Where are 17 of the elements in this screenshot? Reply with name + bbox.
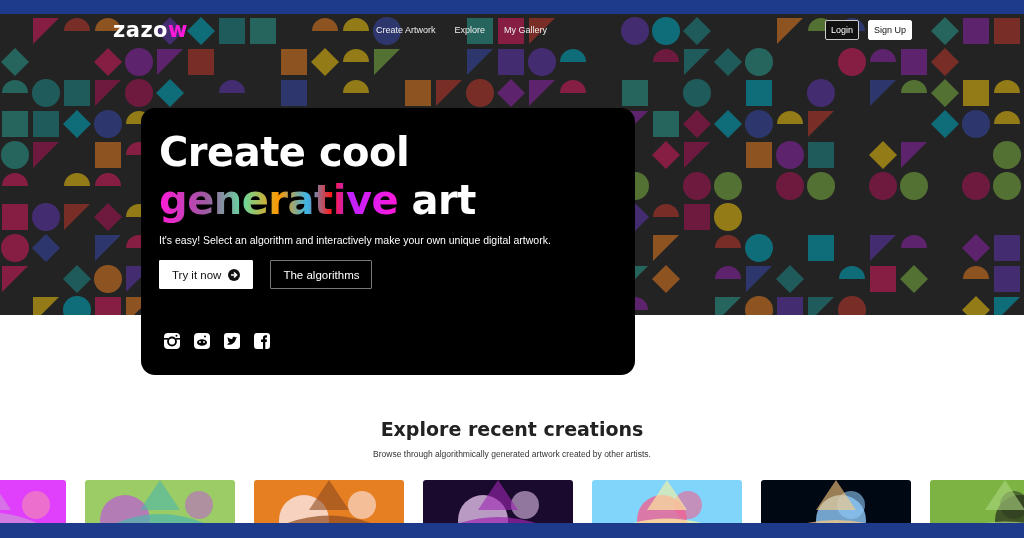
logo[interactable]: zazow <box>113 18 188 42</box>
nav-link[interactable]: My Gallery <box>503 25 547 35</box>
reddit-icon[interactable] <box>193 332 211 350</box>
section-title: Explore recent creations <box>380 418 644 440</box>
facebook-icon[interactable] <box>253 332 271 350</box>
nav-link[interactable]: Create Artwork <box>375 25 436 35</box>
try-button[interactable]: Try it now <box>159 260 254 289</box>
instagram-icon[interactable] <box>163 332 181 350</box>
hero-title: Create cool generative art <box>159 128 477 224</box>
twitter-icon[interactable] <box>223 332 241 350</box>
nav-link[interactable]: Explore <box>454 25 485 35</box>
login-button[interactable]: Login <box>824 20 859 40</box>
hero-text: It's easy! Select an algorithm and interactively make your own unique digital artwork. <box>159 234 552 246</box>
arrow-circle-icon <box>228 268 241 281</box>
signup-button[interactable]: Sign Up <box>867 20 912 40</box>
section-subtitle: Browse through algorithmically generated artwork created by other artists. <box>373 449 651 459</box>
algorithms-button[interactable]: The algorithms <box>270 260 373 289</box>
